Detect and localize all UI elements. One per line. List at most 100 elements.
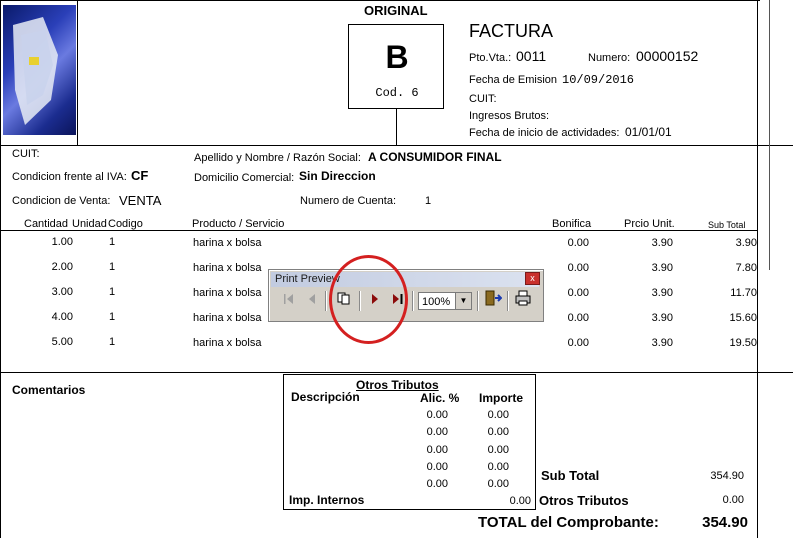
tributos-alic: Alic. % bbox=[420, 391, 460, 405]
tributo-alic: 0.00 bbox=[426, 461, 448, 473]
row-producto: harina x bolsa bbox=[193, 262, 262, 274]
exit-icon[interactable] bbox=[483, 290, 503, 312]
toolbar-separator bbox=[477, 291, 478, 311]
zoom-select[interactable]: 100% ▼ bbox=[418, 292, 472, 310]
nombre-value: A CONSUMIDOR FINAL bbox=[368, 150, 502, 164]
row-unidad: 1 bbox=[109, 286, 116, 298]
col-codigo: Codigo bbox=[108, 218, 143, 230]
tributo-importe: 0.00 bbox=[487, 478, 509, 490]
row-precio: 3.90 bbox=[651, 312, 673, 324]
row-bonifica: 0.00 bbox=[567, 287, 589, 299]
fecha-emision-value: 10/09/2016 bbox=[562, 73, 635, 87]
row-producto: harina x bolsa bbox=[193, 287, 262, 299]
table-header-rule bbox=[0, 230, 757, 231]
invoice-code: Cod. 6 bbox=[375, 86, 419, 100]
row-subtotal: 11.70 bbox=[730, 287, 757, 299]
fecha-emision-label: Fecha de Emision bbox=[469, 74, 558, 86]
col-bonifica: Bonifica bbox=[552, 218, 592, 230]
left-border bbox=[0, 0, 1, 538]
row-cantidad: 3.00 bbox=[51, 286, 73, 298]
iva-value: CF bbox=[131, 168, 149, 183]
tributo-alic: 0.00 bbox=[426, 409, 448, 421]
row-producto: harina x bolsa bbox=[193, 312, 262, 324]
subtotal-label: Sub Total bbox=[541, 468, 600, 483]
row-precio: 3.90 bbox=[651, 237, 673, 249]
toolbar-separator bbox=[325, 291, 326, 311]
items-divider bbox=[0, 372, 793, 373]
row-unidad: 1 bbox=[109, 336, 116, 348]
pto-vta-label: Pto.Vta.: bbox=[469, 52, 512, 64]
col-subtotal: Sub Total bbox=[708, 220, 746, 230]
iva-label: Condicion frente al IVA: bbox=[12, 171, 127, 183]
inicio-label: Fecha de inicio de actividades: bbox=[469, 127, 620, 139]
invoice-type-box: B Cod. 6 bbox=[348, 24, 444, 109]
first-page-icon[interactable] bbox=[281, 290, 297, 312]
header-divider bbox=[0, 145, 793, 146]
row-subtotal: 19.50 bbox=[729, 337, 757, 349]
inicio-value: 01/01/01 bbox=[625, 125, 672, 139]
client-cuit-label: CUIT: bbox=[12, 148, 40, 160]
tributo-alic: 0.00 bbox=[426, 478, 448, 490]
nombre-label: Apellido y Nombre / Razón Social: bbox=[194, 152, 361, 164]
subtotal-value: 354.90 bbox=[710, 470, 744, 482]
otros-tributos-label: Otros Tributos bbox=[539, 493, 629, 508]
chevron-down-icon[interactable]: ▼ bbox=[455, 293, 471, 309]
row-producto: harina x bolsa bbox=[193, 237, 262, 249]
box-stem bbox=[396, 109, 397, 145]
venta-value: VENTA bbox=[119, 193, 162, 208]
tributo-importe: 0.00 bbox=[487, 461, 509, 473]
toolbar-separator bbox=[412, 291, 413, 311]
edge-line bbox=[769, 0, 770, 270]
factura-title: FACTURA bbox=[469, 21, 554, 41]
row-bonifica: 0.00 bbox=[567, 337, 589, 349]
tributo-importe: 0.00 bbox=[487, 426, 509, 438]
col-precio: Prcio Unit. bbox=[624, 218, 675, 230]
total-value: 354.90 bbox=[702, 514, 748, 531]
row-cantidad: 1.00 bbox=[51, 236, 73, 248]
cuenta-label: Numero de Cuenta: bbox=[300, 195, 396, 207]
row-unidad: 1 bbox=[109, 261, 116, 273]
comentarios-label: Comentarios bbox=[12, 383, 86, 397]
col-cantidad: Cantidad bbox=[24, 218, 69, 230]
toolbar-separator bbox=[507, 291, 508, 311]
zoom-value: 100% bbox=[422, 296, 451, 308]
invoice-letter: B bbox=[385, 39, 409, 75]
col-producto: Producto / Servicio bbox=[192, 218, 285, 230]
row-bonifica: 0.00 bbox=[567, 237, 589, 249]
ingresos-label: Ingresos Brutos: bbox=[469, 110, 550, 122]
cuit-header-label: CUIT: bbox=[469, 93, 497, 105]
prev-page-icon[interactable] bbox=[305, 290, 319, 312]
row-subtotal: 7.80 bbox=[735, 262, 757, 274]
row-bonifica: 0.00 bbox=[567, 312, 589, 324]
row-subtotal: 3.90 bbox=[735, 237, 757, 249]
row-unidad: 1 bbox=[109, 311, 116, 323]
tributo-importe: 0.00 bbox=[487, 444, 509, 456]
pto-vta-value: 0011 bbox=[516, 48, 547, 64]
row-cantidad: 4.00 bbox=[51, 311, 73, 323]
logo-divider bbox=[77, 0, 78, 145]
row-unidad: 1 bbox=[109, 236, 116, 248]
row-precio: 3.90 bbox=[651, 262, 673, 274]
right-border bbox=[757, 0, 758, 538]
row-precio: 3.90 bbox=[651, 337, 673, 349]
numero-value: 00000152 bbox=[636, 48, 699, 64]
row-subtotal: 15.60 bbox=[729, 312, 757, 324]
close-icon[interactable]: x bbox=[525, 272, 540, 285]
otros-tributos-value: 0.00 bbox=[722, 494, 744, 506]
top-border bbox=[0, 0, 760, 1]
imp-internos-label: Imp. Internos bbox=[289, 493, 365, 507]
venta-label: Condicion de Venta: bbox=[12, 195, 111, 207]
row-cantidad: 2.00 bbox=[51, 261, 73, 273]
tributos-importe: Importe bbox=[479, 391, 524, 405]
printer-icon[interactable] bbox=[513, 290, 533, 312]
col-unidad: Unidad bbox=[72, 218, 107, 230]
domicilio-label: Domicilio Comercial: bbox=[194, 172, 295, 184]
row-producto: harina x bolsa bbox=[193, 337, 262, 349]
tributo-importe: 0.00 bbox=[487, 409, 509, 421]
imp-internos-value: 0.00 bbox=[509, 495, 531, 507]
row-precio: 3.90 bbox=[651, 287, 673, 299]
domicilio-value: Sin Direccion bbox=[299, 169, 376, 183]
tributo-alic: 0.00 bbox=[426, 426, 448, 438]
total-label: TOTAL del Comprobante: bbox=[478, 514, 659, 531]
row-bonifica: 0.00 bbox=[567, 262, 589, 274]
